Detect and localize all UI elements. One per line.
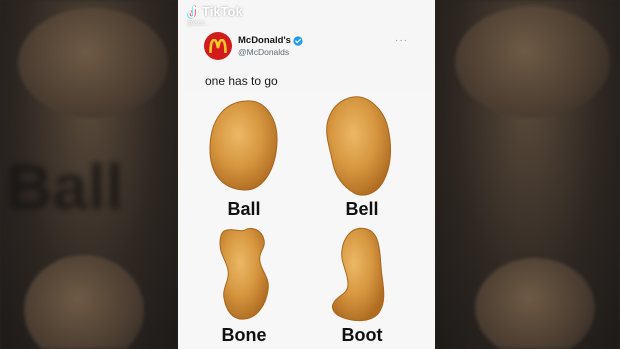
label-boot: Boot [341,325,383,345]
more-options-icon[interactable]: ··· [395,36,408,46]
mcdonalds-avatar[interactable] [204,32,232,60]
boot-nugget [331,227,385,322]
tweet-image[interactable]: Ball Bell Bone Boot [178,90,435,349]
author-name-text: McDonald's [238,34,291,46]
blurred-nugget [18,8,168,118]
tweet-author-handle[interactable]: @McDonalds [238,47,303,58]
blurred-label [495,150,615,224]
tiktok-username: @acc... [187,20,211,27]
tweet-text: one has to go [205,74,278,88]
blurred-nugget [475,258,595,349]
blurred-label: Ball [6,151,124,223]
ball-nugget [209,100,278,191]
blurred-nugget [455,6,610,118]
verified-badge-icon [293,36,303,46]
tweet-author-name[interactable]: McDonald's [238,35,303,47]
blurred-background-left: Ball [0,0,178,349]
bone-nugget [219,227,269,320]
golden-arches-icon [209,39,227,53]
blurred-nugget [24,255,144,349]
video-frame: TikTok @acc... McDonald's @McDonalds ···… [178,0,435,349]
tweet-header: McDonald's @McDonalds [204,32,303,60]
bell-nugget [326,96,392,196]
label-bell: Bell [345,199,379,219]
label-bone: Bone [221,325,267,345]
label-ball: Ball [227,199,261,219]
tiktok-label: TikTok [202,4,243,19]
tiktok-watermark: TikTok @acc... [187,4,243,27]
blurred-background-right [435,0,620,349]
tiktok-note-icon [187,5,199,18]
